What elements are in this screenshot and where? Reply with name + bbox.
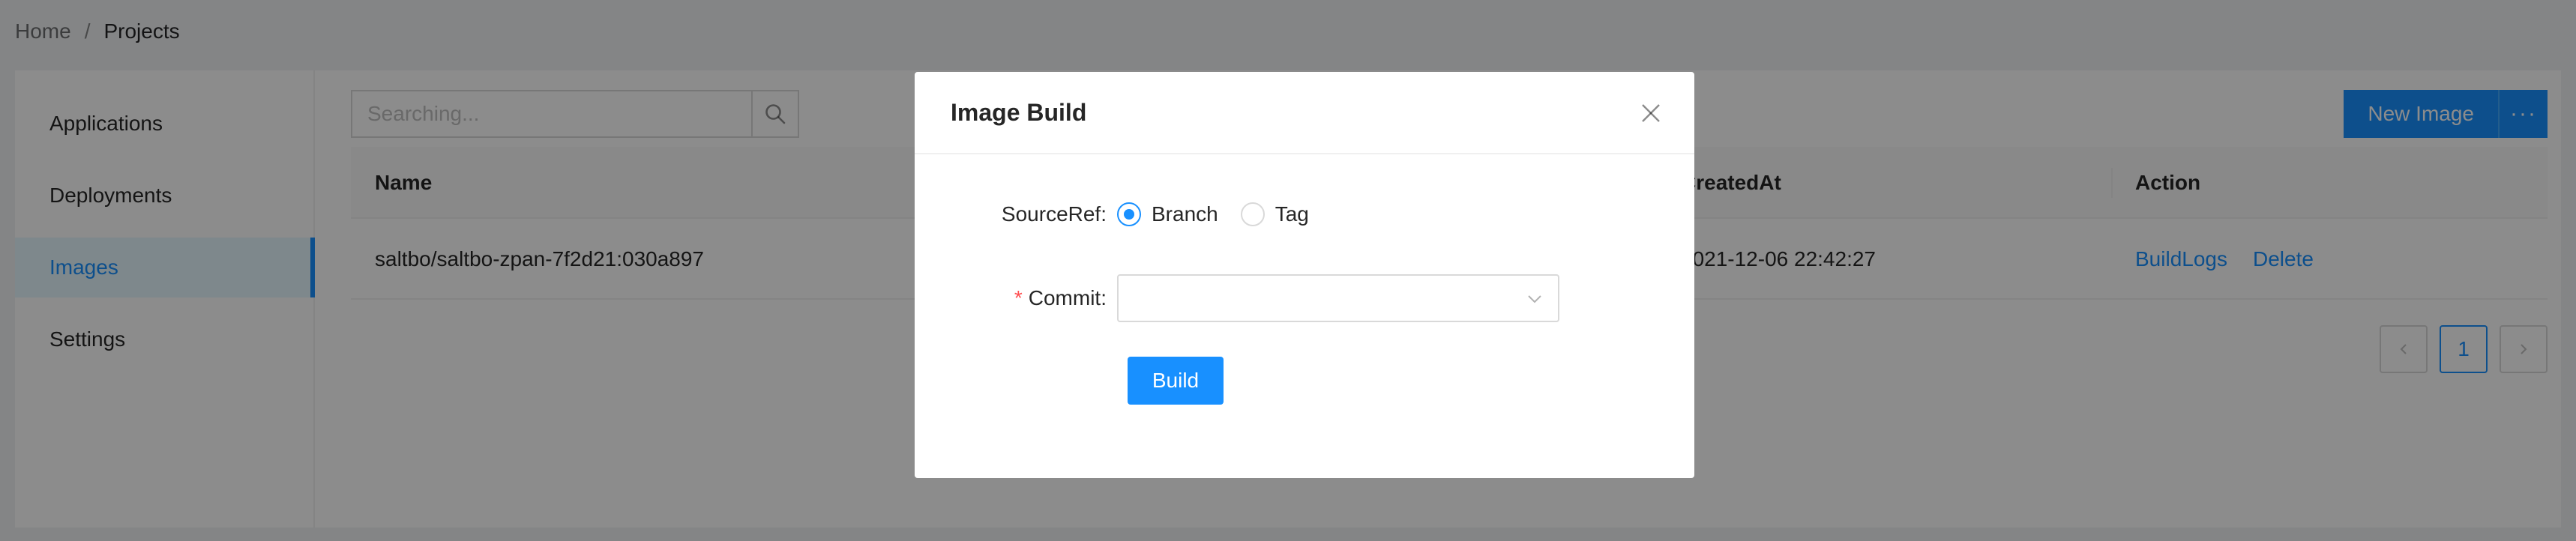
radio-branch-label: Branch [1152,202,1218,226]
radio-branch[interactable]: Branch [1117,202,1218,226]
source-ref-row: SourceRef: Branch Tag [915,202,1694,226]
source-ref-label: SourceRef: [1001,202,1107,226]
radio-branch-circle[interactable] [1117,202,1141,226]
image-build-modal: Image Build SourceRef: Branch Tag * Commi… [915,72,1694,478]
build-button[interactable]: Build [1128,357,1224,405]
close-icon [1642,104,1660,122]
required-mark: * [1014,286,1023,309]
source-ref-radio-group: Branch Tag [1117,202,1309,226]
commit-select[interactable] [1117,274,1559,322]
modal-header: Image Build [915,72,1694,154]
radio-tag[interactable]: Tag [1240,202,1309,226]
commit-label: * Commit: [1014,286,1107,309]
commit-row: * Commit: [915,274,1694,322]
modal-close-button[interactable] [1637,100,1664,127]
radio-tag-label: Tag [1275,202,1309,226]
chevron-down-icon [1528,295,1541,303]
radio-tag-circle[interactable] [1240,202,1265,226]
modal-title: Image Build [951,98,1087,126]
